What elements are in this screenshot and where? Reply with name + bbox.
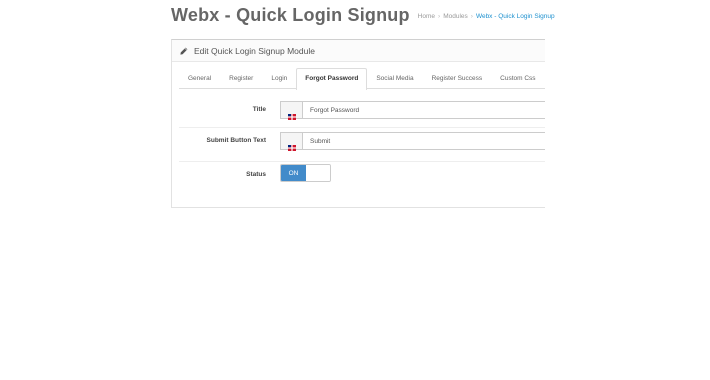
- breadcrumb: Home › Modules › Webx - Quick Login Sign…: [418, 13, 555, 20]
- breadcrumb-home[interactable]: Home: [418, 13, 435, 20]
- tab-register[interactable]: Register: [220, 68, 262, 89]
- pencil-icon: [180, 47, 188, 55]
- edit-module-panel: Edit Quick Login Signup Module General R…: [171, 39, 545, 208]
- tab-login[interactable]: Login: [262, 68, 296, 89]
- form-row-submit-text: Submit Button Text: [179, 128, 545, 162]
- panel-title: Edit Quick Login Signup Module: [194, 45, 315, 56]
- breadcrumb-modules[interactable]: Modules: [443, 13, 468, 20]
- tab-forgot-password[interactable]: Forgot Password: [296, 68, 368, 90]
- module-tabs: General Register Login Forgot Password S…: [179, 68, 545, 90]
- tab-custom-css[interactable]: Custom Css: [491, 68, 544, 89]
- submit-text-input[interactable]: [303, 133, 545, 149]
- form-row-status: Status ON: [179, 162, 545, 196]
- title-input[interactable]: [303, 102, 545, 118]
- status-label: Status: [246, 171, 266, 178]
- title-input-group: [280, 101, 545, 120]
- flag-icon: [287, 107, 296, 120]
- page-header: Webx - Quick Login Signup Home › Modules…: [171, 5, 555, 26]
- flag-icon: [287, 138, 296, 151]
- submit-text-label: Submit Button Text: [206, 137, 266, 144]
- tab-register-success[interactable]: Register Success: [423, 68, 492, 89]
- page-title: Webx - Quick Login Signup: [171, 5, 410, 26]
- breadcrumb-current[interactable]: Webx - Quick Login Signup: [476, 13, 555, 20]
- tab-general[interactable]: General: [179, 68, 220, 89]
- language-addon: [281, 133, 303, 151]
- submit-text-input-group: [280, 132, 545, 151]
- page: Webx - Quick Login Signup Home › Modules…: [0, 0, 710, 380]
- title-text: - Quick Login Signup: [219, 5, 410, 25]
- status-toggle-on: ON: [281, 165, 306, 181]
- language-addon: [281, 102, 303, 120]
- title-label: Title: [252, 106, 266, 113]
- tab-social-media[interactable]: Social Media: [367, 68, 422, 89]
- brand-text: Webx: [171, 5, 220, 25]
- status-toggle-handle: [306, 165, 330, 181]
- breadcrumb-separator: ›: [470, 13, 473, 20]
- status-toggle[interactable]: ON: [280, 164, 331, 182]
- panel-heading: Edit Quick Login Signup Module: [172, 40, 545, 62]
- breadcrumb-separator: ›: [438, 13, 441, 20]
- form-row-title: Title: [179, 95, 545, 128]
